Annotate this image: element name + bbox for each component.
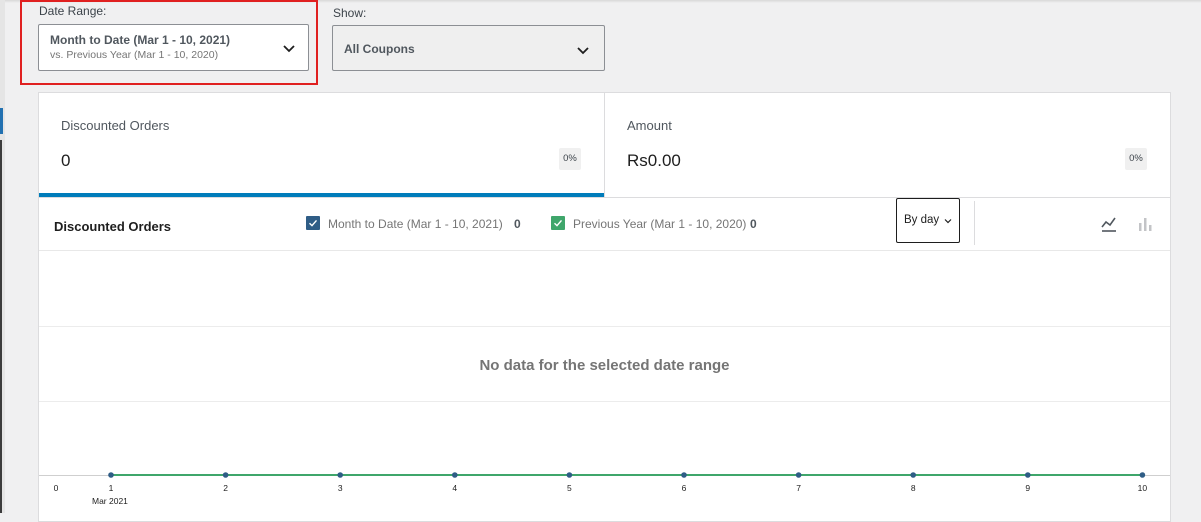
y-zero-label: 0 — [53, 483, 59, 493]
data-point[interactable] — [1139, 472, 1146, 478]
tile-change-badge: 0% — [559, 148, 581, 170]
line-chart-icon[interactable] — [1100, 215, 1118, 233]
x-tick-label: 4 — [452, 483, 458, 493]
tile-label: Discounted Orders — [61, 118, 170, 133]
legend-item-current[interactable]: Month to Date (Mar 1 - 10, 2021) 0 — [306, 216, 536, 232]
header-divider — [974, 201, 975, 245]
chart-title: Discounted Orders — [54, 219, 172, 234]
summary-tile-discounted-orders[interactable]: Discounted Orders 0 0% — [39, 93, 605, 197]
x-tick-label: 7 — [796, 483, 801, 493]
legend-value: 0 — [750, 217, 757, 231]
legend-item-previous[interactable]: Previous Year (Mar 1 - 10, 2020) 0 — [551, 216, 781, 232]
x-tick-label: 3 — [337, 483, 343, 493]
x-tick-label: 10 — [1137, 483, 1148, 493]
data-point[interactable] — [681, 472, 687, 478]
interval-select-value: By day — [904, 214, 940, 226]
chevron-down-icon — [944, 219, 952, 224]
bar-chart-icon[interactable] — [1136, 215, 1154, 233]
legend-value: 0 — [514, 217, 521, 231]
x-tick-label: 2 — [223, 483, 228, 493]
x-tick-label: 6 — [681, 483, 687, 493]
tile-value: 0 — [61, 151, 71, 170]
data-point[interactable] — [910, 472, 916, 478]
x-tick-label: 9 — [1025, 483, 1031, 493]
legend-label: Previous Year (Mar 1 - 10, 2020) — [573, 217, 747, 231]
legend-label: Month to Date (Mar 1 - 10, 2021) — [328, 217, 503, 231]
gridline — [39, 401, 1170, 402]
tile-label: Amount — [627, 118, 672, 133]
gridline — [39, 326, 1170, 327]
x-tick-label: 8 — [910, 483, 916, 493]
tile-value: Rs0.00 — [627, 151, 681, 170]
data-point[interactable] — [566, 472, 573, 478]
menu-active-marker — [0, 108, 3, 134]
checkbox-checked-icon — [551, 216, 565, 230]
report-panel: Discounted Orders 0 0% Amount Rs0.00 0% … — [38, 92, 1171, 522]
chevron-down-icon — [577, 47, 589, 55]
data-point[interactable] — [1025, 472, 1031, 478]
data-point[interactable] — [222, 472, 229, 478]
checkbox-checked-icon — [306, 216, 320, 230]
x-tick-label: 1 — [108, 483, 114, 493]
show-select-value: All Coupons — [344, 42, 415, 56]
chart-series-layer — [108, 472, 1146, 478]
data-point[interactable] — [452, 472, 458, 478]
interval-select[interactable]: By day — [896, 198, 960, 243]
show-label: Show: — [333, 6, 367, 20]
admin-menu-edge — [0, 0, 5, 513]
x-axis-month-label: Mar 2021 — [92, 496, 128, 506]
highlight-box — [20, 0, 318, 85]
data-point[interactable] — [337, 472, 344, 478]
empty-state-message: No data for the selected date range — [479, 357, 730, 374]
summary-tile-amount[interactable]: Amount Rs0.00 0% — [605, 93, 1170, 197]
data-point[interactable] — [108, 472, 114, 478]
show-select[interactable]: All Coupons — [332, 25, 605, 71]
data-point[interactable] — [795, 472, 802, 478]
plot-top-border — [39, 250, 1170, 251]
tile-change-badge: 0% — [1125, 148, 1147, 170]
menu-edge-bar — [0, 140, 2, 513]
x-tick-label: 5 — [567, 483, 572, 493]
chart-header: Discounted Orders Month to Date (Mar 1 -… — [39, 197, 1170, 251]
